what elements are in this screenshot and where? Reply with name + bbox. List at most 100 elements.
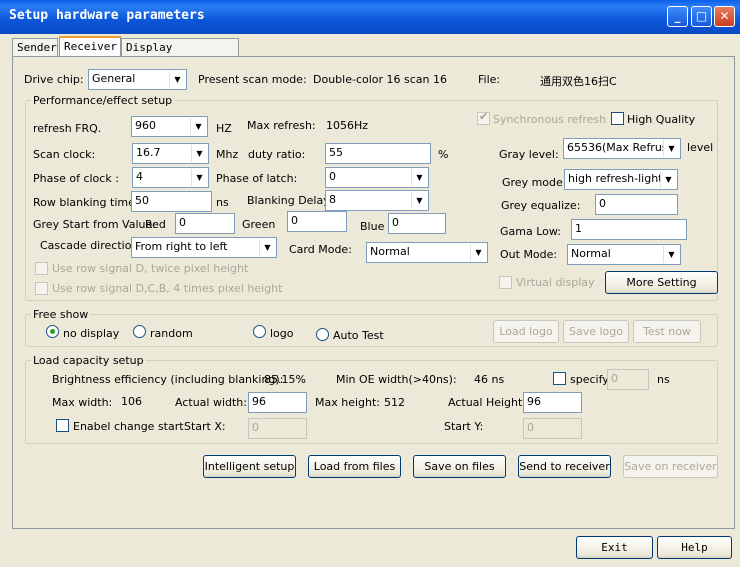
scan-clock-label: Scan clock: <box>33 148 96 161</box>
radio-no-display[interactable] <box>46 325 59 338</box>
file-value: 通用双色16扫C <box>540 75 617 88</box>
scan-clock-select[interactable]: 16.7 ▼ <box>132 143 209 164</box>
specify-checkbox[interactable] <box>553 372 566 385</box>
enable-change-start-label: Enabel change start <box>73 420 184 433</box>
chevron-down-icon: ▼ <box>411 192 427 209</box>
more-setting-button[interactable]: More Setting <box>605 271 718 294</box>
actual-height-input[interactable]: 96 <box>523 392 582 413</box>
actual-width-input[interactable]: 96 <box>248 392 307 413</box>
grey-equalize-input[interactable]: 0 <box>595 194 678 215</box>
row-signal-d-checkbox[interactable] <box>35 262 48 275</box>
performance-group-title: Performance/effect setup <box>31 94 175 107</box>
tab-sender[interactable]: Sender <box>12 38 58 56</box>
virtual-display-checkbox[interactable] <box>499 276 512 289</box>
gama-low-input[interactable]: 1 <box>571 219 687 240</box>
load-capacity-group-title: Load capacity setup <box>31 354 146 367</box>
max-height-value: 512 <box>384 396 405 409</box>
duty-ratio-input[interactable]: 55 <box>325 143 431 164</box>
radio-logo-label: logo <box>270 327 294 340</box>
phase-clock-value: 4 <box>136 170 143 183</box>
title-bar[interactable]: Setup hardware parameters _ □ ✕ <box>0 0 740 34</box>
scan-mode-label: Present scan mode: <box>198 73 307 86</box>
close-button[interactable]: ✕ <box>714 6 735 27</box>
refresh-value: 960 <box>135 119 156 132</box>
card-mode-select[interactable]: Normal ▼ <box>366 242 488 263</box>
sync-refresh-checkbox[interactable]: ✔ <box>477 110 490 125</box>
setup-hardware-window: Setup hardware parameters _ □ ✕ Sender R… <box>0 0 740 567</box>
actual-height-label: Actual Height <box>448 396 523 409</box>
minimize-button[interactable]: _ <box>667 6 688 27</box>
specify-unit: ns <box>657 373 670 386</box>
phase-latch-select[interactable]: 0 ▼ <box>325 167 429 188</box>
phase-clock-select[interactable]: 4 ▼ <box>132 167 209 188</box>
high-quality-label: High Quality <box>627 113 696 126</box>
max-height-label: Max height: <box>315 396 381 409</box>
send-to-receiver-button[interactable]: Send to receiver <box>518 455 611 478</box>
grey-mode-select[interactable]: high refresh-light ▼ <box>564 169 678 190</box>
radio-auto-test-label: Auto Test <box>333 329 384 342</box>
gray-level-value: 65536(Max Refrush <box>567 141 675 154</box>
exit-button[interactable]: Exit <box>576 536 653 559</box>
drive-chip-select[interactable]: General ▼ <box>88 69 187 90</box>
blanking-delay-select[interactable]: 8 ▼ <box>325 190 429 211</box>
high-quality-checkbox[interactable] <box>611 112 624 125</box>
radio-random-label: random <box>150 327 193 340</box>
radio-logo[interactable] <box>253 325 266 338</box>
cascade-label: Cascade direction: <box>40 239 143 252</box>
chevron-down-icon: ▼ <box>470 244 486 261</box>
row-signal-dcb-checkbox[interactable] <box>35 282 48 295</box>
load-logo-button[interactable]: Load logo <box>493 320 559 343</box>
actual-width-label: Actual width: <box>175 396 247 409</box>
gray-level-select[interactable]: 65536(Max Refrush ▼ <box>563 138 681 159</box>
chevron-down-icon: ▼ <box>259 239 275 256</box>
brightness-label: Brightness efficiency (including blankin… <box>52 373 284 386</box>
specify-input[interactable]: 0 <box>607 369 649 390</box>
blue-label: Blue <box>360 220 385 233</box>
radio-random[interactable] <box>133 325 146 338</box>
out-mode-select[interactable]: Normal ▼ <box>567 244 681 265</box>
radio-auto-test[interactable] <box>316 328 329 341</box>
cascade-select[interactable]: From right to left ▼ <box>131 237 277 258</box>
row-blanking-input[interactable]: 50 <box>131 191 212 212</box>
save-on-files-button[interactable]: Save on files <box>413 455 506 478</box>
duty-ratio-label: duty ratio: <box>248 148 306 161</box>
scan-mode-value: Double-color 16 scan 16 <box>313 73 448 86</box>
refresh-unit: HZ <box>216 122 232 135</box>
tab-receiver[interactable]: Receiver <box>59 36 121 57</box>
load-from-files-button[interactable]: Load from files <box>308 455 401 478</box>
window-title: Setup hardware parameters <box>9 8 205 23</box>
specify-label: specify <box>570 373 609 386</box>
tab-display-connection[interactable]: Display connection <box>121 38 239 67</box>
blanking-delay-label: Blanking Delay: <box>247 194 333 207</box>
save-on-receiver-button[interactable]: Save on receiver <box>623 455 718 478</box>
gama-low-label: Gama Low: <box>500 225 561 238</box>
start-y-input[interactable]: 0 <box>523 418 582 439</box>
gray-level-unit: level <box>687 141 714 154</box>
intelligent-setup-button[interactable]: Intelligent setup <box>203 455 296 478</box>
chevron-down-icon: ▼ <box>660 171 676 188</box>
refresh-select[interactable]: 960 ▼ <box>131 116 208 137</box>
green-input[interactable]: 0 <box>287 211 347 232</box>
enable-change-start-checkbox[interactable] <box>56 419 69 432</box>
brightness-value: 85.15% <box>264 373 306 386</box>
phase-clock-label: Phase of clock : <box>33 172 119 185</box>
test-now-button[interactable]: Test now <box>633 320 701 343</box>
maximize-button[interactable]: □ <box>691 6 712 27</box>
min-oe-value: 46 ns <box>474 373 505 386</box>
chevron-down-icon: ▼ <box>169 71 185 88</box>
chevron-down-icon: ▼ <box>190 118 206 135</box>
start-x-label: Start X: <box>184 420 226 433</box>
check-icon: ✔ <box>479 110 489 123</box>
green-label: Green <box>242 218 276 231</box>
grey-equalize-label: Grey equalize: <box>501 199 581 212</box>
help-button[interactable]: Help <box>657 536 732 559</box>
start-x-input[interactable]: 0 <box>248 418 307 439</box>
sync-refresh-label: Synchronous refresh <box>493 113 607 126</box>
chevron-down-icon: ▼ <box>411 169 427 186</box>
max-width-label: Max width: <box>52 396 113 409</box>
red-input[interactable]: 0 <box>175 213 235 234</box>
save-logo-button[interactable]: Save logo <box>563 320 629 343</box>
file-label: File: <box>478 73 501 86</box>
grey-mode-label: Grey mode: <box>502 176 567 189</box>
blue-input[interactable]: 0 <box>388 213 446 234</box>
